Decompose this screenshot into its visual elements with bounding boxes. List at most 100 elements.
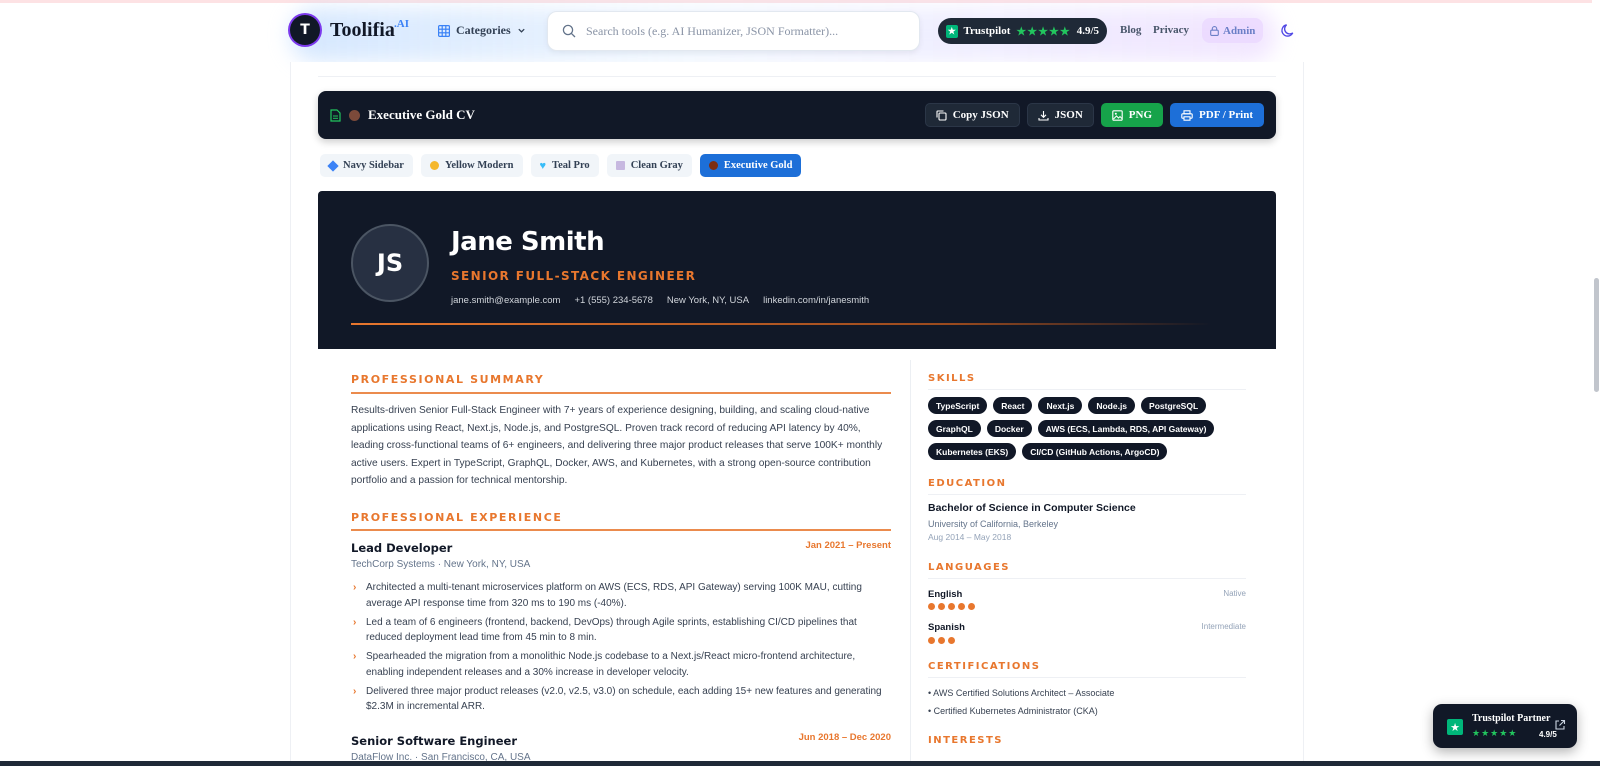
skill-tag: GraphQL — [928, 420, 981, 437]
job-bullet: Led a team of 6 engineers (frontend, bac… — [351, 615, 891, 646]
proficiency-dot — [938, 637, 945, 644]
summary-text: Results-driven Senior Full-Stack Enginee… — [351, 405, 883, 486]
proficiency-dot — [948, 637, 955, 644]
skill-tag: React — [993, 397, 1033, 414]
copy-json-label: Copy JSON — [952, 109, 1009, 121]
cv-role: SENIOR FULL-STACK ENGINEER — [451, 269, 697, 283]
education-degree: Bachelor of Science in Computer Science — [928, 502, 1136, 514]
cv-name: Jane Smith — [451, 227, 605, 257]
brown-circle-icon — [349, 109, 360, 121]
template-yellow-modern[interactable]: Yellow Modern — [420, 154, 523, 177]
trustpilot-partner-badge[interactable]: ★ Trustpilot Partner ★★★★★ 4.9/5 — [1433, 704, 1577, 748]
skill-tag: CI/CD (GitHub Actions, ArgoCD) — [1022, 443, 1168, 460]
dark-mode-toggle-icon[interactable] — [1280, 22, 1297, 39]
experience-heading: PROFESSIONAL EXPERIENCE — [351, 511, 563, 524]
nav-blog-link[interactable]: Blog — [1120, 24, 1141, 36]
brown-circle-icon — [708, 161, 718, 170]
interests-heading: INTERESTS — [928, 735, 1003, 746]
search-bar[interactable] — [547, 11, 920, 51]
language-name: Spanish — [928, 622, 965, 633]
template-label: Clean Gray — [630, 160, 683, 171]
template-label: Navy Sidebar — [343, 160, 404, 171]
admin-button[interactable]: Admin — [1202, 18, 1264, 43]
job-bullet: Architected a multi-tenant microservices… — [351, 580, 891, 611]
trustpilot-stars: ★★★★★ — [1016, 25, 1071, 38]
pdf-print-button[interactable]: PDF / Print — [1170, 103, 1264, 127]
skill-tag: Node.js — [1088, 397, 1136, 414]
toolbar-title-group: Executive Gold CV — [330, 107, 475, 123]
proficiency-dot — [948, 603, 955, 610]
contact-email: jane.smith@example.com — [451, 295, 561, 306]
language-proficiency-dots — [928, 637, 955, 644]
logo-icon[interactable]: T — [290, 15, 320, 45]
languages-heading: LANGUAGES — [928, 562, 1010, 573]
pdf-print-label: PDF / Print — [1199, 109, 1253, 121]
skill-tag: Kubernetes (EKS) — [928, 443, 1017, 460]
yellow-circle-icon — [429, 161, 439, 170]
skills-list: TypeScript React Next.js Node.js Postgre… — [928, 397, 1248, 460]
education-heading: EDUCATION — [928, 478, 1007, 489]
nav-privacy-link[interactable]: Privacy — [1153, 24, 1189, 36]
search-icon — [562, 24, 576, 38]
proficiency-dot — [928, 603, 935, 610]
education-dates: Aug 2014 – May 2018 — [928, 532, 1012, 542]
template-clean-gray[interactable]: Clean Gray — [606, 154, 692, 177]
cv-header: JS Jane Smith SENIOR FULL-STACK ENGINEER… — [318, 191, 1276, 349]
proficiency-dot — [928, 637, 935, 644]
certifications-heading: CERTIFICATIONS — [928, 661, 1041, 672]
copy-json-button[interactable]: Copy JSON — [924, 103, 1020, 127]
partner-title: Trustpilot Partner — [1472, 713, 1551, 724]
template-label: Teal Pro — [552, 160, 590, 171]
experience-rule — [351, 529, 891, 531]
skill-tag: PostgreSQL — [1141, 397, 1207, 414]
education-rule — [928, 494, 1246, 495]
job-title: Senior Software Engineer — [351, 734, 518, 748]
skill-tag: AWS (ECS, Lambda, RDS, API Gateway) — [1037, 420, 1215, 437]
image-icon — [1112, 109, 1123, 121]
logo-text[interactable]: Toolifia — [330, 19, 395, 42]
categories-label: Categories — [456, 23, 511, 37]
download-json-button[interactable]: JSON — [1026, 103, 1094, 127]
certification-item: • AWS Certified Solutions Architect – As… — [928, 688, 1115, 698]
column-divider — [910, 360, 911, 766]
trustpilot-score: 4.9/5 — [1076, 25, 1099, 37]
chevron-down-icon — [518, 28, 525, 33]
bottom-edge-bar — [0, 761, 1600, 766]
header-accent-rule — [351, 323, 1211, 325]
document-icon — [330, 108, 341, 122]
skill-tag: Next.js — [1038, 397, 1083, 414]
partner-stars: ★★★★★ — [1472, 728, 1518, 738]
trustpilot-label: Trustpilot — [963, 25, 1011, 37]
certification-item: • Certified Kubernetes Administrator (CK… — [928, 706, 1098, 716]
contact-phone: +1 (555) 234-5678 — [574, 295, 653, 306]
template-teal-pro[interactable]: ♥ Teal Pro — [530, 154, 599, 177]
template-navy-sidebar[interactable]: Navy Sidebar — [320, 154, 413, 177]
download-png-button[interactable]: PNG — [1100, 103, 1164, 127]
admin-label: Admin — [1223, 24, 1256, 37]
categories-dropdown[interactable]: Categories — [438, 23, 526, 38]
template-selector: Navy Sidebar Yellow Modern ♥ Teal Pro Cl… — [320, 154, 802, 177]
skill-tag: TypeScript — [928, 397, 988, 414]
search-input[interactable] — [586, 23, 896, 39]
job-title: Lead Developer — [351, 541, 453, 555]
proficiency-dot — [968, 603, 975, 610]
lock-icon — [1210, 25, 1219, 36]
download-icon — [1038, 110, 1049, 121]
grid-icon — [438, 24, 450, 37]
language-level: Native — [1223, 589, 1246, 598]
template-executive-gold[interactable]: Executive Gold — [699, 154, 802, 177]
proficiency-dot — [938, 603, 945, 610]
scrollbar-thumb[interactable] — [1594, 278, 1599, 392]
download-json-label: JSON — [1054, 109, 1083, 121]
language-proficiency-dots — [928, 603, 975, 610]
trustpilot-star-icon: ★ — [946, 24, 958, 38]
template-label: Yellow Modern — [444, 160, 514, 171]
download-png-label: PNG — [1128, 109, 1153, 121]
partner-score: 4.9/5 — [1539, 730, 1557, 739]
language-level: Intermediate — [1201, 622, 1246, 631]
cv-contacts: jane.smith@example.com +1 (555) 234-5678… — [451, 295, 869, 306]
summary-rule — [351, 392, 891, 394]
trustpilot-rating-badge[interactable]: ★ Trustpilot ★★★★★ 4.9/5 — [938, 18, 1107, 44]
cv-toolbar: Executive Gold CV Copy JSON JSON PNG PDF… — [318, 91, 1276, 139]
languages-rule — [928, 578, 1246, 579]
